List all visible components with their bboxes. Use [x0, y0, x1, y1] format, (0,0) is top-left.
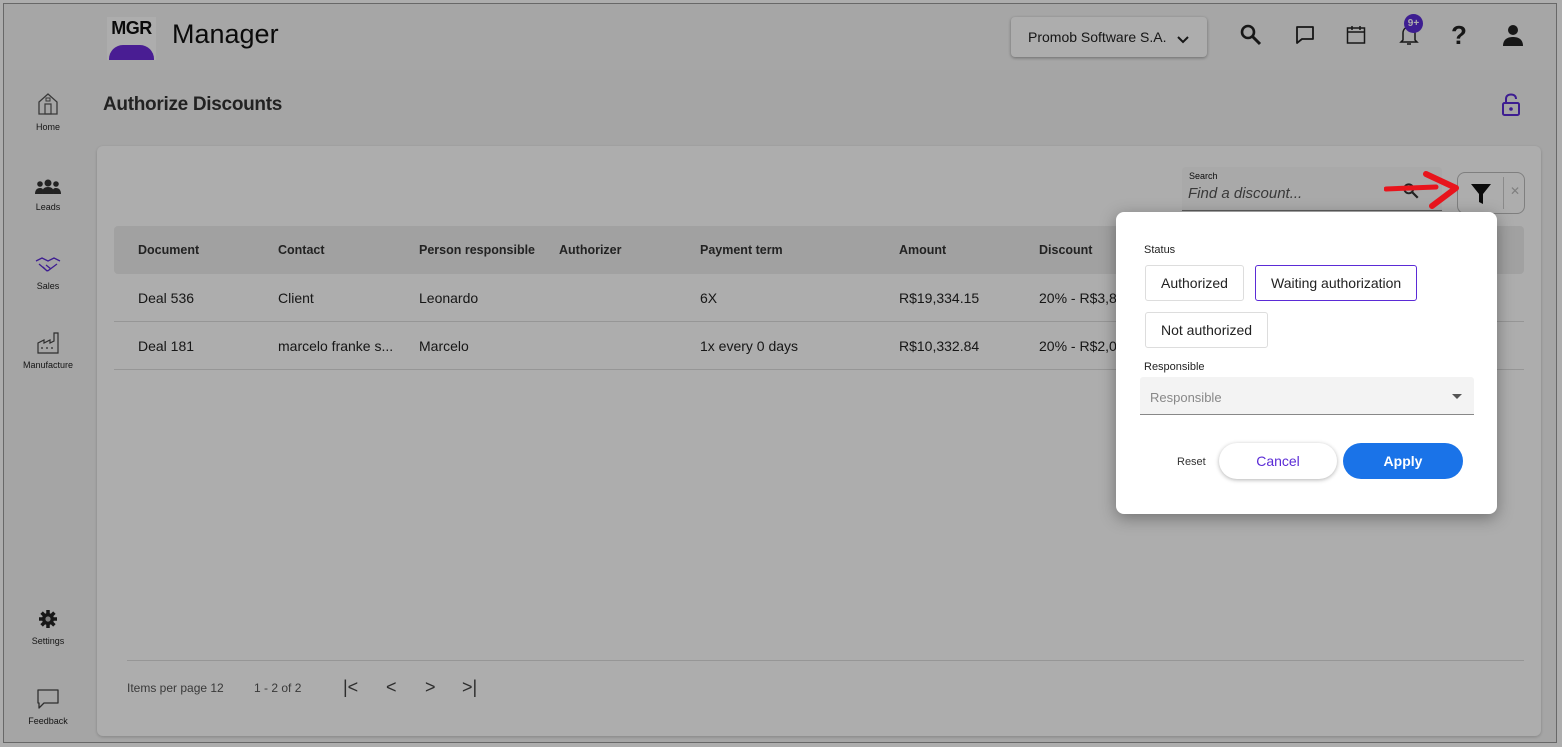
apply-button[interactable]: Apply: [1343, 443, 1463, 479]
dropdown-arrow-icon: [1452, 394, 1462, 399]
status-not-authorized-chip[interactable]: Not authorized: [1145, 312, 1269, 348]
reset-button[interactable]: Reset: [1177, 456, 1206, 468]
status-authorized-chip[interactable]: Authorized: [1145, 265, 1244, 301]
status-label: Status: [1144, 244, 1176, 256]
filter-popup: Status Authorized Waiting authorization …: [1116, 212, 1497, 514]
responsible-label: Responsible: [1144, 361, 1205, 373]
annotation-arrow-icon: [1383, 168, 1464, 215]
responsible-select[interactable]: Responsible: [1140, 377, 1474, 415]
status-waiting-authorization-chip[interactable]: Waiting authorization: [1255, 265, 1418, 301]
responsible-placeholder: Responsible: [1150, 390, 1222, 405]
cancel-button[interactable]: Cancel: [1219, 443, 1337, 479]
